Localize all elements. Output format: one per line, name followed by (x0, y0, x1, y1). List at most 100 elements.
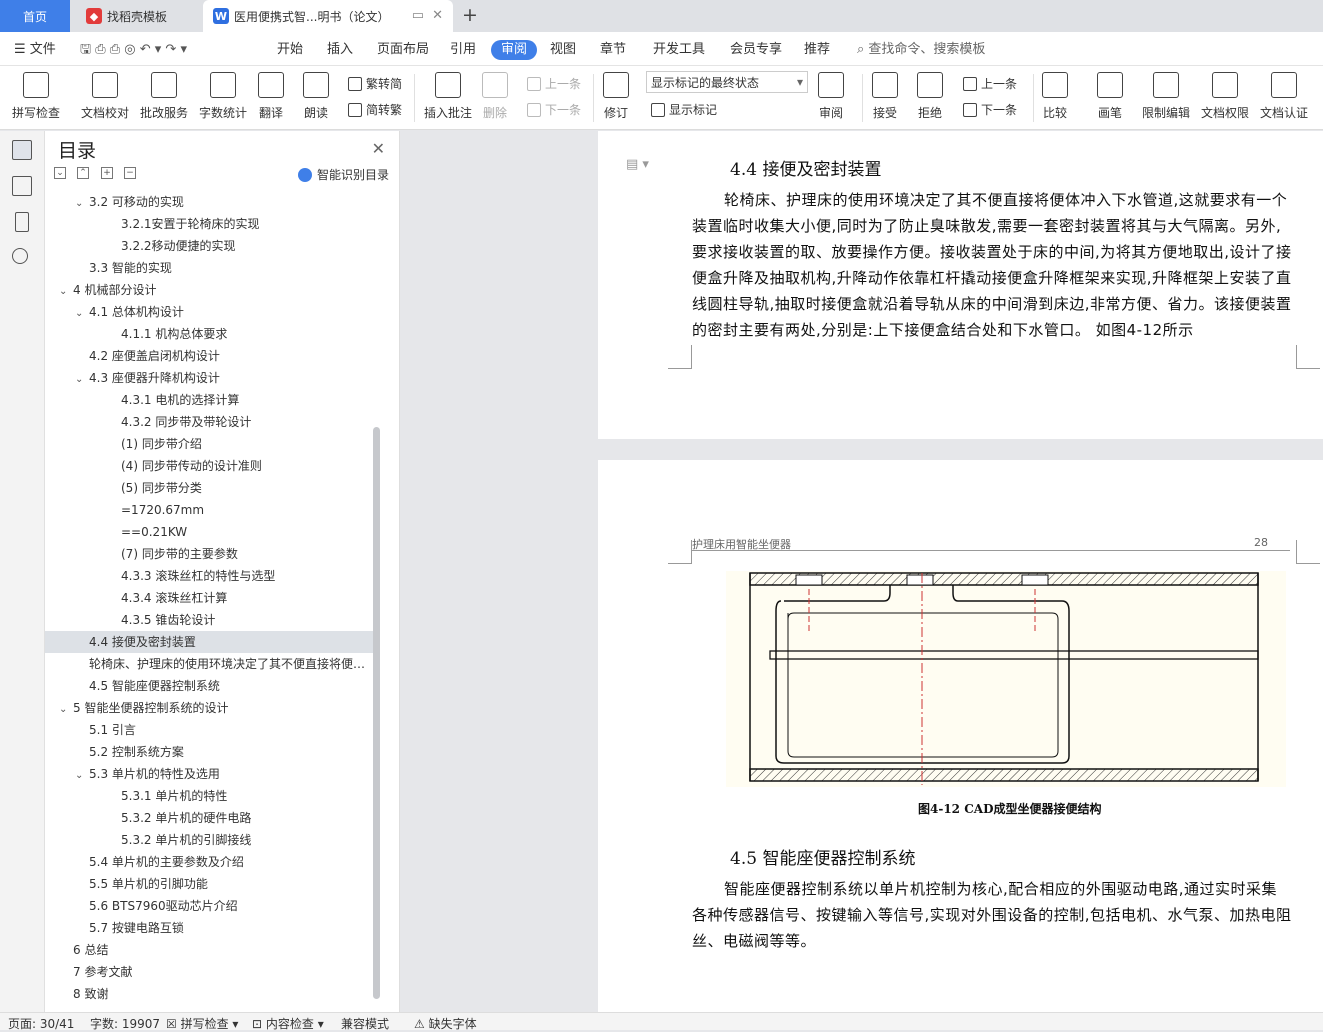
toc-scrollbar[interactable] (373, 427, 380, 999)
toc-item[interactable]: =1720.67mm (45, 499, 375, 521)
toc-item[interactable]: ⌄ 3.2 可移动的实现 (45, 191, 375, 213)
chevron-down-icon[interactable]: ⌄ (59, 281, 73, 301)
toc-item[interactable]: ⌄ 4.1 总体机构设计 (45, 301, 375, 323)
tab-review[interactable]: 审阅 (491, 40, 538, 60)
tab-layout[interactable]: 页面布局 (377, 40, 429, 60)
toc-item[interactable]: 6 总结 (45, 939, 375, 961)
trad-to-simp-button[interactable]: 繁转简 (348, 75, 402, 92)
tab-document[interactable]: W 医用便携式智...明书（论文） ▭ ✕ (203, 0, 453, 32)
read-aloud-button[interactable]: 朗读 (303, 72, 329, 121)
spell-check-button[interactable]: 拼写检查 (12, 72, 60, 121)
reject-button[interactable]: 拒绝 (917, 72, 943, 121)
tab-start[interactable]: 开始 (277, 40, 303, 60)
tab-insert[interactable]: 插入 (327, 40, 353, 60)
proofread-button[interactable]: 文档校对 (81, 72, 129, 121)
window-float-icon[interactable]: ▭ (412, 8, 424, 23)
toc-item[interactable]: 5.3.1 单片机的特性 (45, 785, 375, 807)
tab-developer[interactable]: 开发工具 (653, 40, 705, 60)
toc-item[interactable]: 4.4 接便及密封装置 (45, 631, 375, 653)
compare-button[interactable]: 比较 (1042, 72, 1068, 121)
next-change-button[interactable]: 下一条 (963, 101, 1017, 118)
toc-item[interactable]: ⌄ 4 机械部分设计 (45, 279, 375, 301)
search-icon[interactable] (12, 248, 28, 264)
toc-item[interactable]: 8 致谢 (45, 983, 375, 1005)
chevron-down-icon[interactable]: ⌄ (75, 369, 89, 389)
toc-item[interactable]: (1) 同步带介绍 (45, 433, 375, 455)
bookmark-icon[interactable] (15, 212, 29, 232)
toc-item[interactable]: 5.3.2 单片机的引脚接线 (45, 829, 375, 851)
chapter-nav-icon[interactable] (12, 176, 32, 196)
pen-button[interactable]: 画笔 (1097, 72, 1123, 121)
tab-section[interactable]: 章节 (600, 40, 626, 60)
toc-item[interactable]: (4) 同步带传动的设计准则 (45, 455, 375, 477)
simp-to-trad-button[interactable]: 简转繁 (348, 101, 402, 118)
toc-item[interactable]: 5.3.2 单片机的硬件电路 (45, 807, 375, 829)
tab-member[interactable]: 会员专享 (730, 40, 782, 60)
toc-item[interactable]: ==0.21KW (45, 521, 375, 543)
page-options-icon[interactable]: ▤ ▾ (626, 157, 649, 172)
toc-item[interactable]: 4.1.1 机构总体要求 (45, 323, 375, 345)
remove-heading-icon[interactable]: − (124, 167, 136, 179)
word-count-button[interactable]: 字数统计 (199, 72, 247, 121)
tab-recommend[interactable]: 推荐 (804, 40, 830, 60)
batch-correct-button[interactable]: 批改服务 (140, 72, 188, 121)
tab-template[interactable]: ◆ 找稻壳模板 (72, 0, 202, 32)
toc-item[interactable]: 4.3.3 滚珠丝杠的特性与选型 (45, 565, 375, 587)
next-comment-button[interactable]: 下一条 (527, 101, 581, 118)
file-menu[interactable]: ☰ 文件 (14, 40, 56, 60)
toc-item[interactable]: 5.2 控制系统方案 (45, 741, 375, 763)
tab-home[interactable]: 首页 (0, 0, 70, 32)
toc-item[interactable]: ⌄ 5 智能坐便器控制系统的设计 (45, 697, 375, 719)
toc-item[interactable]: 5.1 引言 (45, 719, 375, 741)
doc-certify-button[interactable]: 文档认证 (1260, 72, 1308, 121)
new-tab-button[interactable]: + (462, 4, 478, 26)
toc-item[interactable]: 4.3.1 电机的选择计算 (45, 389, 375, 411)
toc-item[interactable]: ⌄ 5.3 单片机的特性及选用 (45, 763, 375, 785)
review-pane-button[interactable]: 审阅 (818, 72, 844, 121)
toc-item[interactable]: (5) 同步带分类 (45, 477, 375, 499)
toc-item[interactable]: 5.4 单片机的主要参数及介绍 (45, 851, 375, 873)
collapse-icon[interactable]: ⌄ (54, 167, 66, 179)
quick-access-toolbar[interactable]: 🖫 ⎙ ⎙ ◎ ↶ ▾ ↷ ▾ (80, 40, 187, 60)
restrict-edit-button[interactable]: 限制编辑 (1142, 72, 1190, 121)
close-tab-icon[interactable]: ✕ (432, 8, 443, 23)
toc-item[interactable]: 4.5 智能座便器控制系统 (45, 675, 375, 697)
chevron-down-icon[interactable]: ⌄ (75, 193, 89, 213)
prev-change-button[interactable]: 上一条 (963, 75, 1017, 92)
content-check-status[interactable]: ⊡ 内容检查 ▾ (252, 1015, 324, 1032)
toc-item[interactable]: 4.3.4 滚珠丝杠计算 (45, 587, 375, 609)
translate-button[interactable]: 翻译 (258, 72, 284, 121)
chevron-down-icon[interactable]: ⌄ (75, 765, 89, 785)
toc-item[interactable]: 5.5 单片机的引脚功能 (45, 873, 375, 895)
accept-button[interactable]: 接受 (872, 72, 898, 121)
doc-rights-button[interactable]: 文档权限 (1201, 72, 1249, 121)
expand-icon[interactable]: ⌃ (77, 167, 89, 179)
delete-comment-button[interactable]: 删除 (482, 72, 508, 121)
toc-item[interactable]: 轮椅床、护理床的使用环境决定了其不便直接将便… (45, 653, 375, 675)
toc-item[interactable]: (7) 同步带的主要参数 (45, 543, 375, 565)
track-changes-button[interactable]: 修订 (603, 72, 629, 121)
toc-item[interactable]: 3.3 智能的实现 (45, 257, 375, 279)
markup-state-select[interactable]: 显示标记的最终状态 ▾ (646, 71, 808, 93)
toc-item[interactable]: 5.6 BTS7960驱动芯片介绍 (45, 895, 375, 917)
chevron-down-icon[interactable]: ⌄ (59, 699, 73, 719)
tab-references[interactable]: 引用 (450, 40, 476, 60)
tab-view[interactable]: 视图 (550, 40, 576, 60)
toc-item[interactable]: 4.3.5 锥齿轮设计 (45, 609, 375, 631)
missing-font-indicator[interactable]: ⚠ 缺失字体 (414, 1015, 477, 1032)
prev-comment-button[interactable]: 上一条 (527, 75, 581, 92)
add-heading-icon[interactable]: + (101, 167, 113, 179)
toc-panel-icon[interactable] (12, 140, 32, 160)
chevron-down-icon[interactable]: ⌄ (75, 303, 89, 323)
toc-item[interactable]: 3.2.2移动便捷的实现 (45, 235, 375, 257)
spell-check-status[interactable]: ☒ 拼写检查 ▾ (166, 1015, 238, 1032)
toc-item[interactable]: ⌄ 4.3 座便器升降机构设计 (45, 367, 375, 389)
word-count-indicator[interactable]: 字数: 19907 (90, 1015, 160, 1032)
insert-comment-button[interactable]: 插入批注 (424, 72, 472, 121)
toc-item[interactable]: 4.2 座便盖启闭机构设计 (45, 345, 375, 367)
toc-item[interactable]: 7 参考文献 (45, 961, 375, 983)
close-icon[interactable]: ✕ (372, 139, 385, 158)
smart-toc-button[interactable]: 智能识别目录 (297, 166, 389, 183)
toc-item[interactable]: 5.7 按键电路互锁 (45, 917, 375, 939)
page-indicator[interactable]: 页面: 30/41 (8, 1015, 74, 1032)
